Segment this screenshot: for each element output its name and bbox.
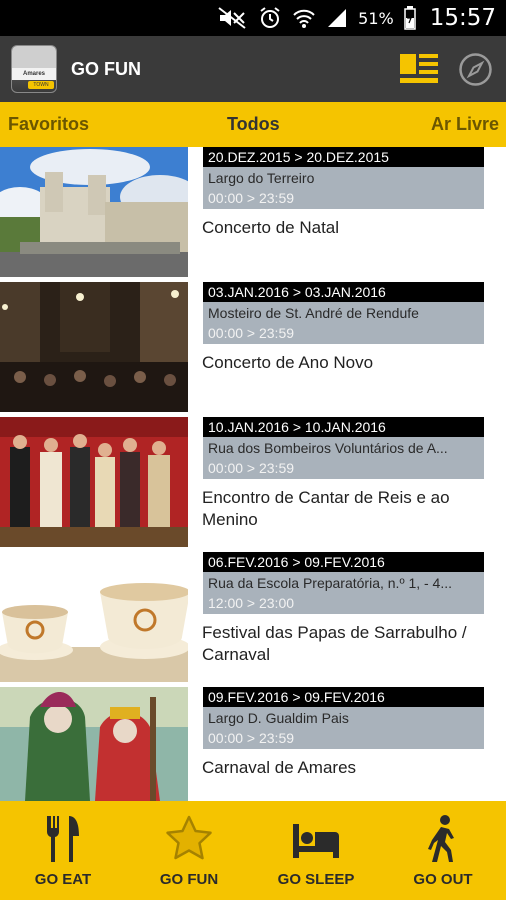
nav-go-fun[interactable]: GO FUN xyxy=(126,801,252,900)
list-view-icon[interactable] xyxy=(400,54,438,84)
event-date: 10.JAN.2016 > 10.JAN.2016 xyxy=(203,417,484,437)
nav-go-sleep[interactable]: GO SLEEP xyxy=(253,801,379,900)
signal-icon xyxy=(326,7,348,29)
event-info-box: Largo D. Gualdim Pais 00:00 > 23:59 xyxy=(203,707,484,749)
event-item[interactable]: 09.FEV.2016 > 09.FEV.2016 Largo D. Guald… xyxy=(0,687,506,801)
event-title: Carnaval de Amares xyxy=(202,758,357,777)
event-time: 00:00 > 23:59 xyxy=(208,190,295,206)
event-thumbnail xyxy=(0,687,188,801)
event-thumbnail xyxy=(0,282,188,412)
app-title: GO FUN xyxy=(71,59,141,79)
event-info-box: Largo do Terreiro 00:00 > 23:59 xyxy=(203,167,484,209)
event-location: Mosteiro de St. André de Rendufe xyxy=(208,305,419,321)
tab-outdoor[interactable]: Ar Livre xyxy=(431,102,499,147)
battery-icon xyxy=(403,6,416,30)
nav-label: GO FUN xyxy=(159,871,219,888)
event-time: 12:00 > 23:00 xyxy=(208,595,295,611)
event-time: 00:00 > 23:59 xyxy=(208,460,295,476)
event-item[interactable]: 06.FEV.2016 > 09.FEV.2016 Rua da Escola … xyxy=(0,552,506,687)
event-location: Largo D. Gualdim Pais xyxy=(208,710,349,726)
compass-icon[interactable] xyxy=(459,53,492,86)
event-thumbnail xyxy=(0,417,188,547)
status-icons: 51% 15:57 xyxy=(218,0,496,36)
nav-label: GO OUT xyxy=(413,871,473,888)
event-title: Encontro de Cantar de Reis e ao Menino xyxy=(202,488,450,529)
event-info-box: Mosteiro de St. André de Rendufe 00:00 >… xyxy=(203,302,484,344)
event-item[interactable]: 20.DEZ.2015 > 20.DEZ.2015 Largo do Terre… xyxy=(0,147,506,282)
event-time: 00:00 > 23:59 xyxy=(208,325,295,341)
event-title: Concerto de Ano Novo xyxy=(202,353,374,372)
event-info-box: Rua dos Bombeiros Voluntários de A... 00… xyxy=(203,437,484,479)
bed-icon xyxy=(293,814,339,864)
event-time: 00:00 > 23:59 xyxy=(208,730,295,746)
nav-label: GO EAT xyxy=(34,871,92,888)
event-date: 20.DEZ.2015 > 20.DEZ.2015 xyxy=(203,147,484,167)
logo-badge: TOWN xyxy=(28,81,54,89)
event-list[interactable]: 20.DEZ.2015 > 20.DEZ.2015 Largo do Terre… xyxy=(0,147,506,801)
event-item[interactable]: 03.JAN.2016 > 03.JAN.2016 Mosteiro de St… xyxy=(0,282,506,417)
clock: 15:57 xyxy=(429,5,496,31)
logo-text: Amares xyxy=(12,68,56,80)
event-location: Rua da Escola Preparatória, n.º 1, - 4..… xyxy=(208,575,453,591)
event-thumbnail xyxy=(0,147,188,277)
nav-go-eat[interactable]: GO EAT xyxy=(0,801,126,900)
app-logo[interactable]: Amares TOWN xyxy=(11,45,57,93)
event-item[interactable]: 10.JAN.2016 > 10.JAN.2016 Rua dos Bombei… xyxy=(0,417,506,552)
tab-all[interactable]: Todos xyxy=(227,102,280,147)
alarm-icon xyxy=(258,6,282,30)
battery-percent: 51% xyxy=(358,8,394,28)
event-date: 09.FEV.2016 > 09.FEV.2016 xyxy=(203,687,484,707)
wifi-icon xyxy=(292,7,316,29)
status-bar: 51% 15:57 xyxy=(0,0,506,36)
bottom-nav: GO EAT GO FUN GO SLEEP GO OUT xyxy=(0,801,506,900)
nav-go-out[interactable]: GO OUT xyxy=(380,801,506,900)
tab-favorites[interactable]: Favoritos xyxy=(8,102,89,147)
event-location: Rua dos Bombeiros Voluntários de A... xyxy=(208,440,448,456)
walking-person-icon xyxy=(423,814,463,864)
event-thumbnail xyxy=(0,552,188,682)
star-icon xyxy=(166,814,212,864)
event-info-box: Rua da Escola Preparatória, n.º 1, - 4..… xyxy=(203,572,484,614)
nav-label: GO SLEEP xyxy=(277,871,355,888)
app-bar: Amares TOWN GO FUN xyxy=(0,36,506,102)
tab-bar: Favoritos Todos Ar Livre xyxy=(0,102,506,147)
event-date: 06.FEV.2016 > 09.FEV.2016 xyxy=(203,552,484,572)
event-location: Largo do Terreiro xyxy=(208,170,315,186)
event-title: Festival das Papas de Sarrabulho / Carna… xyxy=(202,623,467,664)
fork-knife-icon xyxy=(43,814,83,864)
mute-icon xyxy=(218,7,248,29)
event-title: Concerto de Natal xyxy=(202,218,340,237)
event-date: 03.JAN.2016 > 03.JAN.2016 xyxy=(203,282,484,302)
